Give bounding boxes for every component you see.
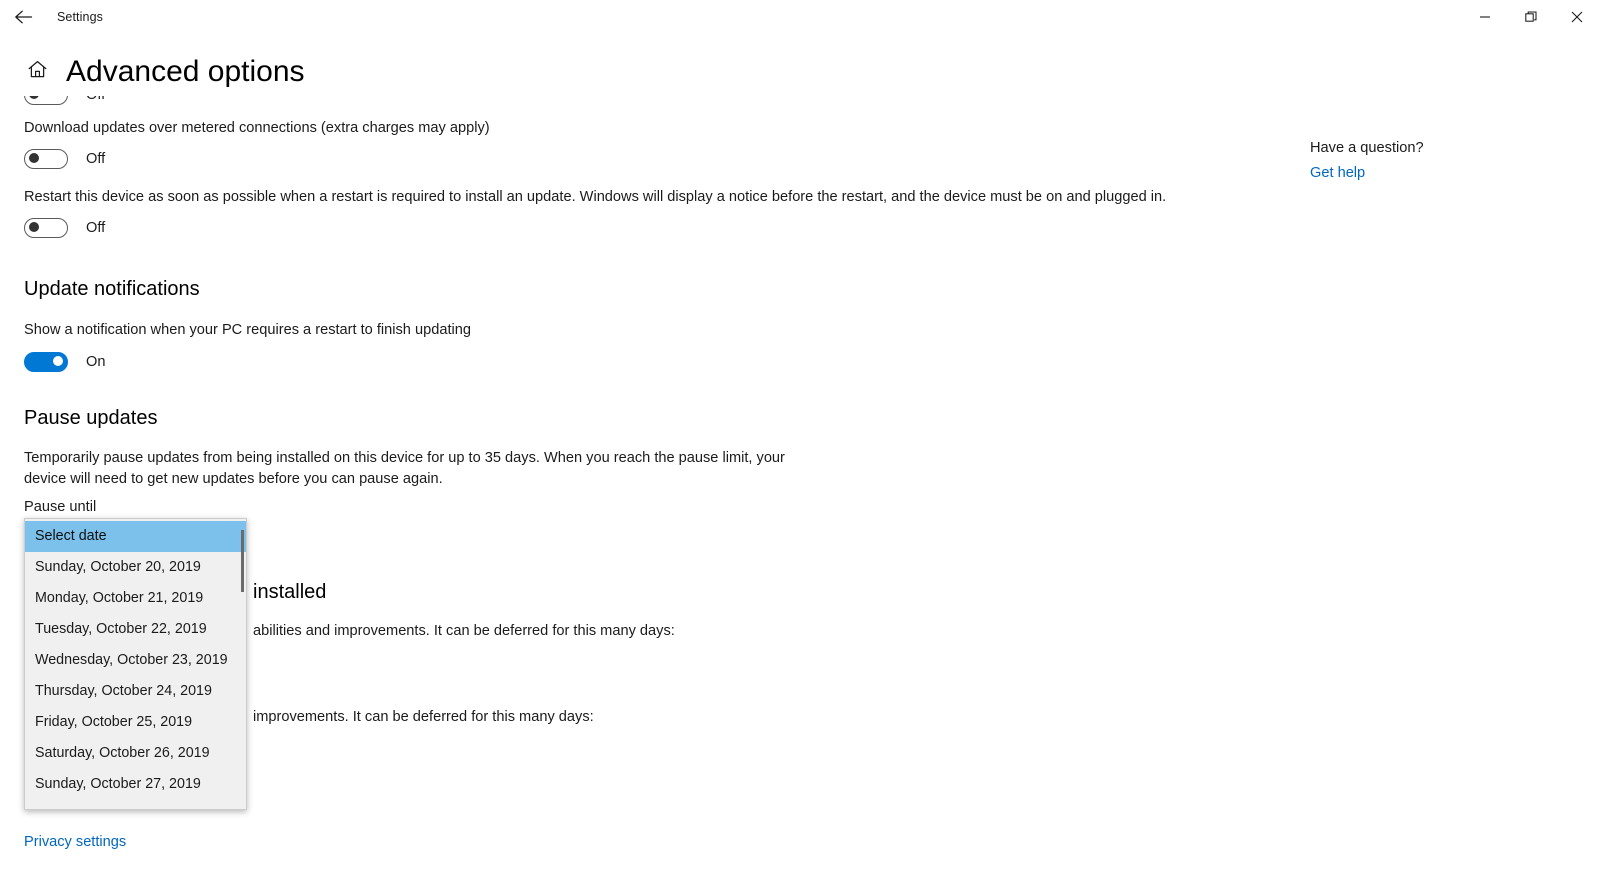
dropdown-option[interactable]: Select date (25, 521, 246, 552)
update-notifications-state: On (86, 354, 106, 370)
title-bar: Settings (0, 0, 1600, 34)
toggle-knob (53, 356, 63, 367)
restart-asap-toggle-row[interactable]: Off (24, 218, 1274, 238)
get-help-link[interactable]: Get help (1310, 165, 1365, 181)
close-icon (1571, 11, 1583, 23)
dropdown-option[interactable]: Thursday, October 24, 2019 (25, 676, 246, 707)
close-button[interactable] (1554, 0, 1600, 34)
toggle-switch[interactable] (24, 96, 68, 105)
metered-connections-state: Off (86, 151, 106, 167)
restore-button[interactable] (1508, 0, 1554, 34)
metered-connections-toggle[interactable] (24, 149, 68, 169)
home-button[interactable] (20, 59, 54, 85)
toggle-knob (29, 96, 39, 100)
metered-connections-description: Download updates over metered connection… (24, 120, 490, 136)
dropdown-option[interactable]: Wednesday, October 23, 2019 (25, 645, 246, 676)
back-button[interactable] (0, 1, 46, 33)
toggle-knob (29, 153, 39, 164)
update-notifications-toggle-row[interactable]: On (24, 352, 1264, 372)
metered-connections-setting: Download updates over metered connection… (24, 118, 1264, 169)
update-notifications-section: Update notifications Show a notification… (24, 278, 1264, 372)
window-title: Settings (57, 10, 103, 24)
pause-until-dropdown-list[interactable]: Select date Sunday, October 20, 2019 Monda… (24, 518, 247, 810)
dropdown-scroll-area: Select date Sunday, October 20, 2019 Monda… (25, 521, 246, 809)
pause-updates-section: Pause updates Temporarily pause updates … (24, 407, 1264, 518)
update-notifications-heading: Update notifications (24, 278, 200, 300)
settings-window: Settings Advanced options Download updat… (0, 0, 1600, 870)
restart-asap-description: Restart this device as soon as possible … (24, 189, 1167, 205)
dropdown-option[interactable]: Sunday, October 27, 2019 (25, 769, 246, 800)
update-notifications-toggle[interactable] (24, 352, 68, 372)
dropdown-option[interactable]: Friday, October 25, 2019 (25, 707, 246, 738)
restart-asap-toggle[interactable] (24, 218, 68, 238)
dropdown-option[interactable]: Monday, October 21, 2019 (25, 583, 246, 614)
dropdown-option[interactable]: Sunday, October 20, 2019 (25, 552, 246, 583)
window-controls (1462, 0, 1600, 34)
dropdown-option[interactable]: Saturday, October 26, 2019 (25, 738, 246, 769)
pause-updates-description-line2: device will need to get new updates befo… (24, 471, 443, 487)
page-header: Advanced options (0, 48, 305, 96)
pause-updates-description-line1: Temporarily pause updates from being ins… (24, 450, 785, 466)
previous-setting-toggle-clipped[interactable]: Off (24, 96, 105, 106)
toggle-state-label: Off (86, 96, 105, 103)
dropdown-option[interactable]: Tuesday, October 22, 2019 (25, 614, 246, 645)
page-title: Advanced options (66, 55, 305, 88)
have-a-question-label: Have a question? (1310, 140, 1424, 156)
dropdown-options: Select date Sunday, October 20, 2019 Monda… (25, 521, 246, 800)
restart-asap-state: Off (86, 220, 106, 236)
privacy-settings-link[interactable]: Privacy settings (24, 833, 126, 851)
restart-asap-setting: Restart this device as soon as possible … (24, 187, 1274, 238)
home-icon (27, 59, 48, 85)
restore-icon (1525, 11, 1537, 23)
pause-updates-heading: Pause updates (24, 407, 158, 429)
pause-until-label: Pause until (24, 499, 97, 515)
minimize-icon (1479, 11, 1491, 23)
metered-connections-toggle-row[interactable]: Off (24, 149, 1264, 169)
help-rail: Have a question? Get help (1310, 96, 1590, 182)
dropdown-scrollbar-thumb[interactable] (241, 530, 244, 592)
update-notifications-description: Show a notification when your PC require… (24, 322, 471, 338)
toggle-knob (29, 222, 39, 233)
back-arrow-icon (14, 9, 33, 25)
minimize-button[interactable] (1462, 0, 1508, 34)
privacy-settings-label[interactable]: Privacy settings (24, 834, 126, 850)
